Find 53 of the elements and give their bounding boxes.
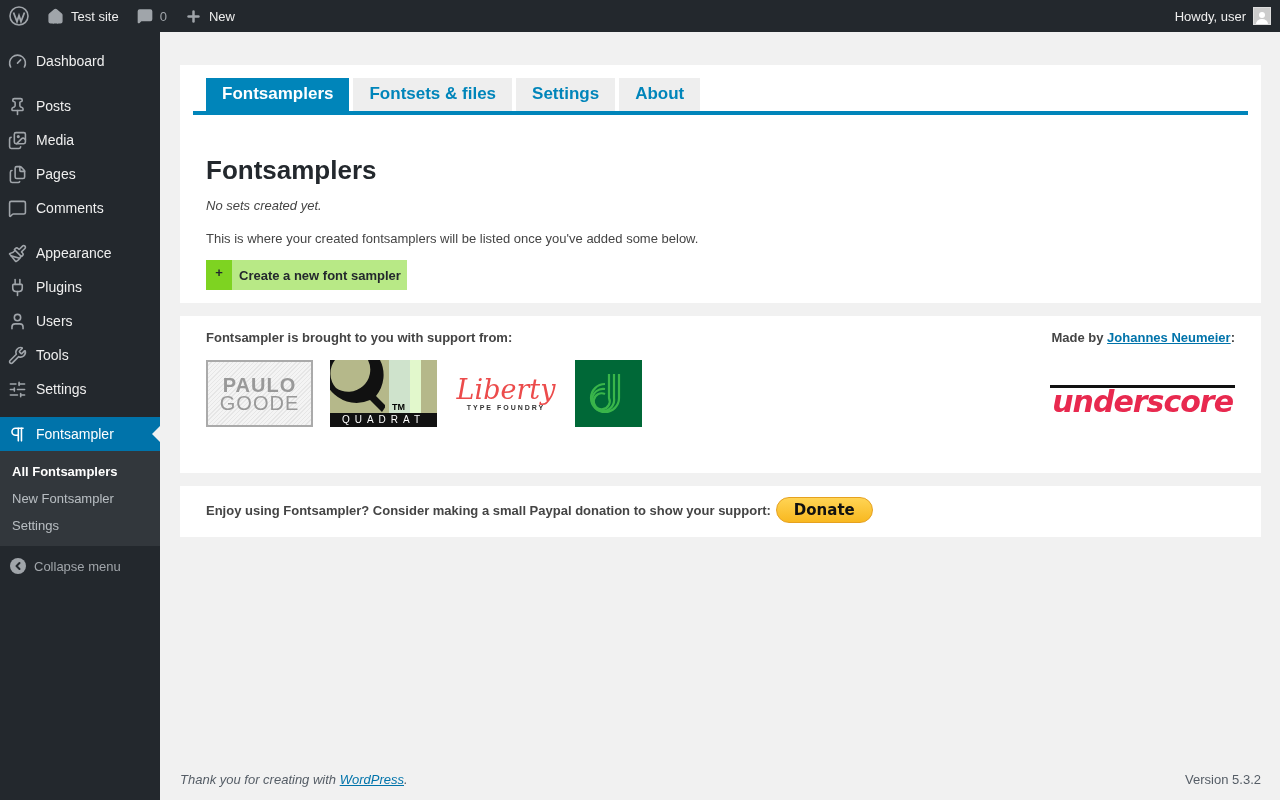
donate-button[interactable]: Donate (775, 497, 873, 523)
sidebar-menu-item[interactable]: Appearance (0, 236, 160, 270)
empty-note: No sets created yet. (206, 198, 323, 213)
submenu-item[interactable]: New Fontsampler (0, 485, 160, 512)
sidebar-menu-item[interactable]: Tools (0, 338, 160, 372)
new-link[interactable]: New (175, 0, 244, 32)
donate-text: Enjoy using Fontsampler? Consider making a small Paypal donation to show your support: (206, 502, 771, 518)
version-text: Version 5.3.2 (1185, 772, 1261, 787)
home-icon (47, 7, 64, 25)
plus-icon (184, 7, 202, 25)
user-greeting[interactable]: Howdy, user (1165, 0, 1280, 32)
sidebar-menu-item[interactable]: Settings (0, 372, 160, 406)
description-text: This is where your created fontsamplers will be listed once you've added some below. (206, 231, 700, 246)
media-icon (8, 130, 27, 150)
tab[interactable]: Fontsets & files (353, 78, 513, 111)
speech-bubble-icon (136, 8, 153, 24)
sidebar-menu-item[interactable]: Fontsampler (0, 417, 160, 451)
tab[interactable]: Settings (516, 78, 616, 111)
collapse-menu-button[interactable]: Collapse menu (0, 550, 160, 582)
tab[interactable]: Fontsamplers (206, 78, 350, 111)
submenu-item[interactable]: All Fontsamplers (0, 458, 160, 485)
comments-link[interactable]: 0 (127, 0, 176, 32)
sidebar-menu-item[interactable]: Pages (0, 157, 160, 191)
footer-text: Thank you for creating with WordPress. (180, 772, 408, 787)
gauge-icon (8, 51, 27, 71)
paulo-goode-logo: PAULO GOODE (206, 360, 313, 427)
sidebar-menu-item[interactable]: Plugins (0, 270, 160, 304)
speech-bubble-icon (8, 198, 27, 218)
pages-icon (8, 164, 27, 184)
sidebar-menu-item[interactable]: Dashboard (0, 44, 160, 78)
made-by-text: Made by Johannes Neumeier: (1051, 330, 1235, 345)
tab[interactable]: About (619, 78, 701, 111)
site-name-link[interactable]: Test site (38, 0, 128, 32)
user-icon (8, 311, 27, 331)
pin-icon (8, 96, 27, 116)
support-intro: Fontsampler is brought to you with support from: (206, 330, 514, 345)
sidebar-menu-item[interactable]: Comments (0, 191, 160, 225)
sidebar-menu-item[interactable]: Media (0, 123, 160, 157)
wrench-icon (8, 345, 27, 365)
submenu-item[interactable]: Settings (0, 512, 160, 539)
brush-icon (8, 243, 27, 263)
quadrat-logo: TM QUADRAT (330, 360, 437, 427)
d-monogram-logo (575, 360, 642, 427)
sidebar-menu-item[interactable]: Posts (0, 89, 160, 123)
wordpress-link[interactable]: WordPress (339, 772, 404, 787)
author-link[interactable]: Johannes Neumeier (1107, 330, 1231, 345)
underscore-logo: underscore (1050, 385, 1235, 416)
create-sampler-button[interactable]: + Create a new font sampler (206, 260, 407, 290)
sliders-icon (8, 379, 27, 399)
avatar-icon (1253, 7, 1271, 25)
pilcrow-icon (8, 424, 27, 444)
page-heading: Fontsamplers (206, 155, 378, 186)
sidebar-menu-item[interactable]: Users (0, 304, 160, 338)
